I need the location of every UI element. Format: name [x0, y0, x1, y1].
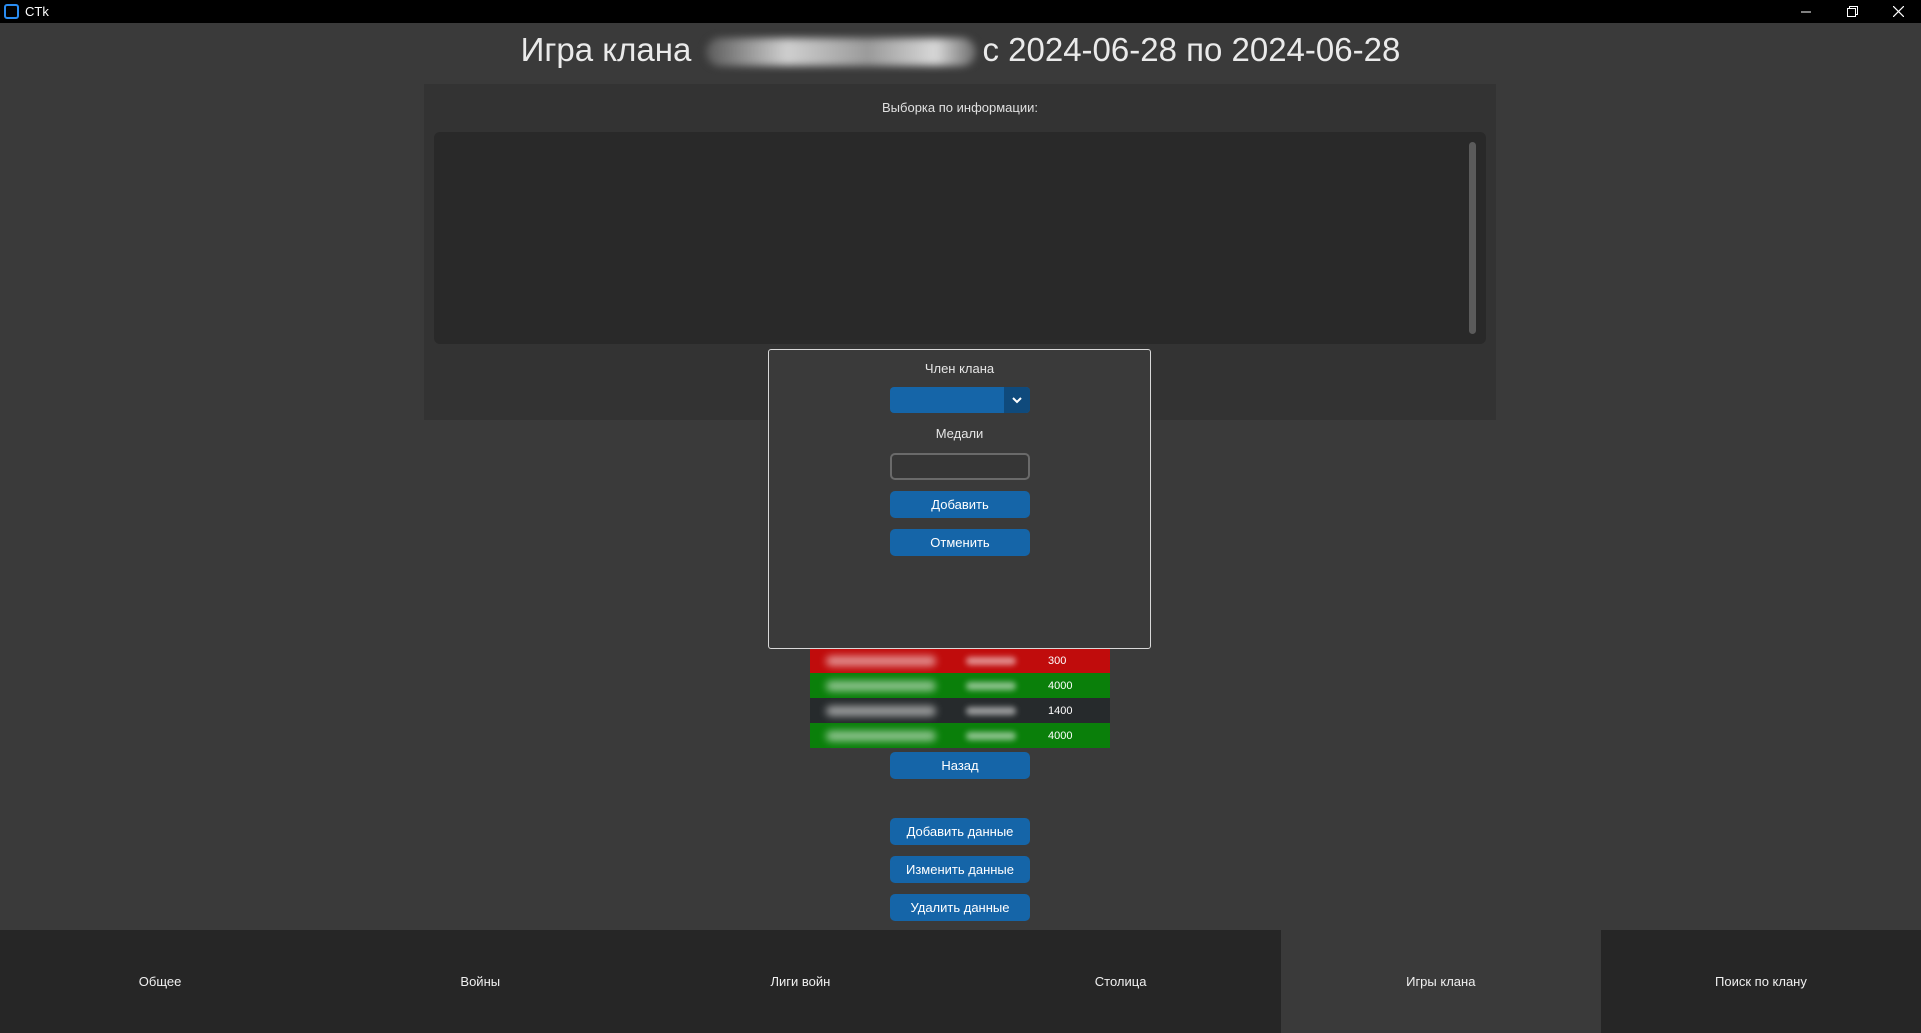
tab-war-leagues[interactable]: Лиги войн [640, 930, 960, 1033]
close-button[interactable] [1875, 0, 1921, 23]
member-tag-redacted [966, 681, 1016, 690]
medals-value: 4000 [1048, 679, 1073, 692]
page-title-prefix: Игра клана [520, 31, 692, 68]
cancel-button[interactable]: Отменить [890, 529, 1030, 556]
restore-button[interactable] [1829, 0, 1875, 23]
app-icon [4, 4, 19, 19]
bottom-tabbar: Общее Войны Лиги войн Столица Игры клана… [0, 930, 1921, 1033]
member-name-redacted [826, 730, 936, 741]
member-tag-redacted [966, 731, 1016, 740]
member-name-redacted [826, 680, 936, 691]
medals-value: 300 [1048, 654, 1067, 667]
page-title-suffix: с 2024-06-28 по 2024-06-28 [982, 31, 1401, 68]
member-name-redacted [826, 655, 936, 666]
member-label: Член клана [924, 361, 995, 376]
window-titlebar: CTk [0, 0, 1921, 23]
edit-data-button[interactable]: Изменить данные [890, 856, 1030, 883]
minimize-icon [1801, 11, 1811, 12]
filter-label: Выборка по информации: [882, 100, 1038, 115]
page-title: Игра клана с 2024-06-28 по 2024-06-28 [0, 31, 1921, 69]
member-tag-redacted [966, 656, 1016, 665]
tab-clan-games[interactable]: Игры клана [1280, 930, 1601, 1033]
close-icon [1892, 6, 1904, 17]
member-name-redacted [826, 705, 936, 716]
table-row[interactable]: 4000 [810, 723, 1110, 748]
add-medals-dialog: Член клана Медали Добавить Отменить [768, 349, 1151, 649]
add-data-button[interactable]: Добавить данные [890, 818, 1030, 845]
member-combobox[interactable] [890, 387, 1030, 413]
add-button[interactable]: Добавить [890, 491, 1030, 518]
window-title: CTk [25, 4, 49, 19]
minimize-button[interactable] [1783, 0, 1829, 23]
chevron-down-icon [1012, 396, 1022, 403]
medals-value: 4000 [1048, 729, 1073, 742]
table-row[interactable]: 4000 [810, 673, 1110, 698]
medals-input[interactable] [890, 453, 1030, 480]
member-tag-redacted [966, 706, 1016, 715]
restore-icon [1846, 6, 1858, 17]
table-row[interactable]: 300 [810, 648, 1110, 673]
medals-label: Медали [935, 426, 984, 441]
window-controls [1783, 0, 1921, 23]
scrollbar[interactable] [1469, 142, 1476, 334]
table-row[interactable]: 1400 [810, 698, 1110, 723]
delete-data-button[interactable]: Удалить данные [890, 894, 1030, 921]
filter-scroll-area[interactable] [434, 132, 1486, 344]
back-button[interactable]: Назад [890, 752, 1030, 779]
medals-value: 1400 [1048, 704, 1073, 717]
main-content: Игра клана с 2024-06-28 по 2024-06-28 Вы… [0, 23, 1921, 930]
tab-wars[interactable]: Войны [320, 930, 640, 1033]
clan-name-redacted [706, 38, 977, 67]
combobox-dropdown-button[interactable] [1004, 387, 1030, 413]
tab-general[interactable]: Общее [0, 930, 320, 1033]
tab-capital[interactable]: Столица [961, 930, 1281, 1033]
tab-clan-search[interactable]: Поиск по клану [1601, 930, 1921, 1033]
